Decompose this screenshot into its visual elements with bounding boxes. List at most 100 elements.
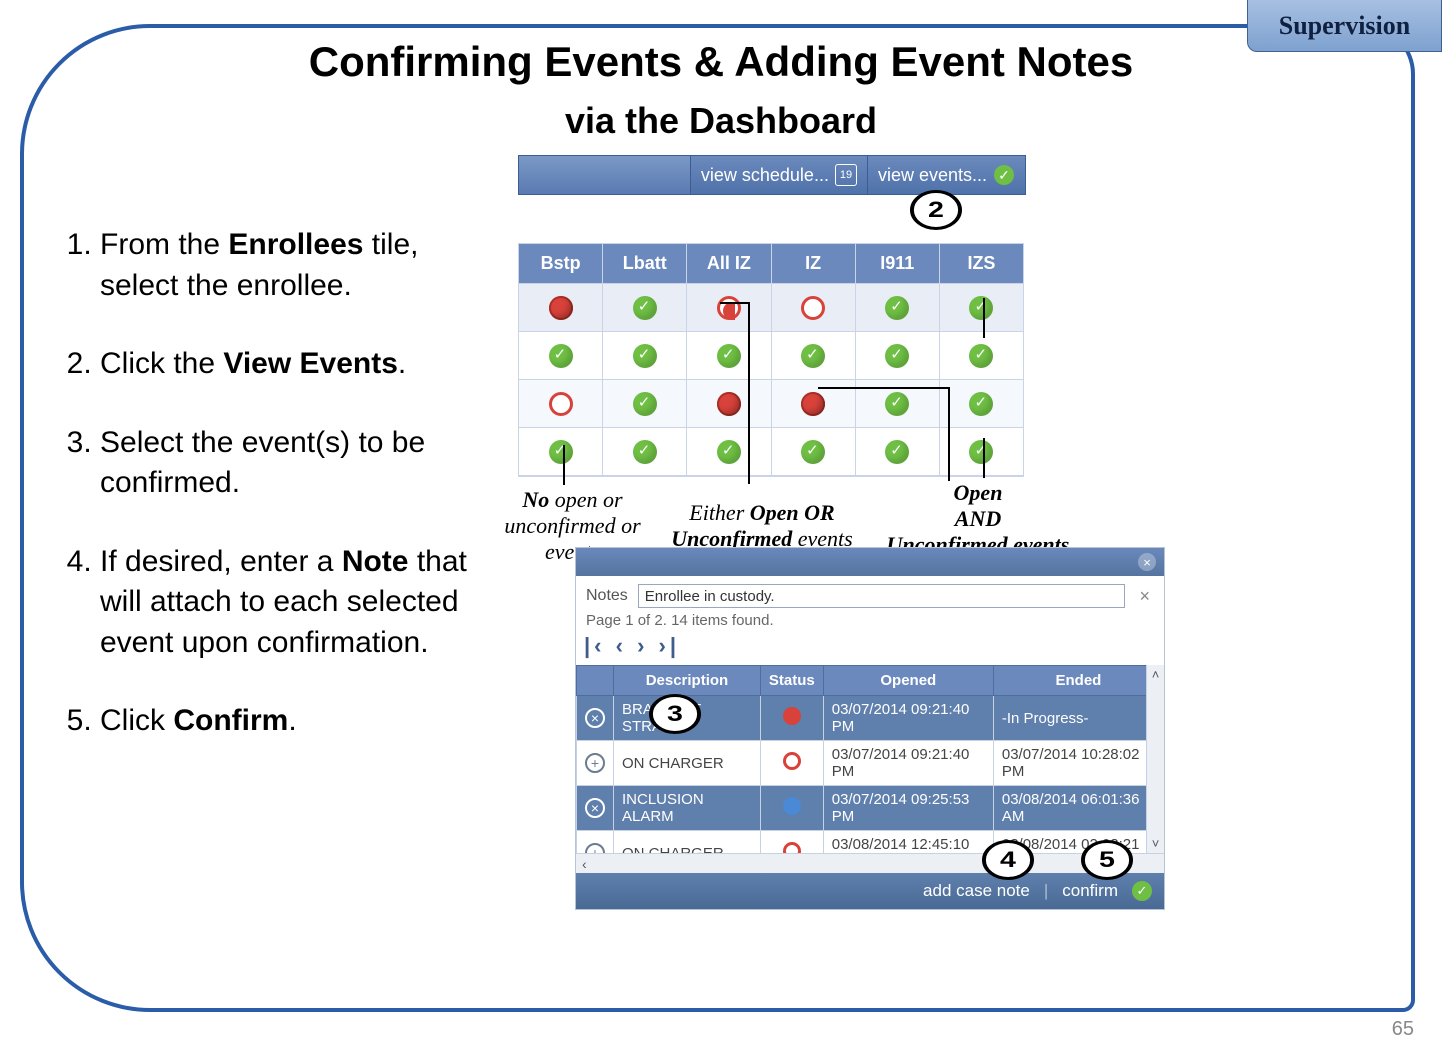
table-row[interactable]: ON CHARGER03/07/2014 09:21:40 PM03/07/20… <box>577 741 1164 786</box>
green-chk-icon <box>969 344 993 368</box>
clear-icon[interactable]: × <box>1135 586 1154 607</box>
pager-prev-icon[interactable]: ‹ <box>616 633 627 658</box>
scroll-down-icon[interactable]: ˅ <box>1150 834 1162 853</box>
green-chk-icon <box>633 296 657 320</box>
confirm-button[interactable]: confirm <box>1062 881 1118 901</box>
col-select <box>577 666 614 696</box>
grid-cell[interactable] <box>603 380 687 428</box>
grid-cell[interactable] <box>687 380 771 428</box>
pager-last-icon[interactable]: ›| <box>659 633 680 658</box>
select-icon[interactable] <box>585 753 605 773</box>
select-icon[interactable] <box>585 843 605 853</box>
events-pager: |‹ ‹ › ›| <box>576 633 1164 665</box>
green-chk-icon <box>633 440 657 464</box>
grid-cell[interactable] <box>940 428 1023 476</box>
vertical-scrollbar[interactable]: ˄ ˅ <box>1146 665 1164 853</box>
check-icon: ✓ <box>994 165 1014 185</box>
ring-red-icon <box>549 392 573 416</box>
ring-half-icon <box>717 296 741 320</box>
grid-cell[interactable] <box>772 284 856 332</box>
cell-status <box>760 786 823 831</box>
notes-input[interactable] <box>638 584 1126 608</box>
grid-cell[interactable] <box>603 284 687 332</box>
status-icon <box>783 752 801 770</box>
page-title: Confirming Events & Adding Event Notes <box>0 38 1442 86</box>
green-chk-icon <box>549 440 573 464</box>
red-fill-icon <box>717 392 741 416</box>
grid-cell[interactable] <box>772 332 856 380</box>
pager-next-icon[interactable]: › <box>637 633 648 658</box>
pager-first-icon[interactable]: |‹ <box>584 633 605 658</box>
grid-cell[interactable] <box>772 428 856 476</box>
view-schedule-button[interactable]: view schedule... 19 <box>690 156 867 194</box>
green-chk-icon <box>801 344 825 368</box>
cell-opened: 03/07/2014 09:21:40 PM <box>823 741 993 786</box>
connector-line <box>818 387 948 389</box>
callout-3: 3 <box>649 694 701 734</box>
events-topbar: × <box>576 548 1164 576</box>
deselect-icon[interactable] <box>585 798 605 818</box>
green-chk-icon <box>549 344 573 368</box>
deselect-icon[interactable] <box>585 708 605 728</box>
table-row[interactable]: INCLUSION ALARM 03/07/2014 09:25:53 PM03/… <box>577 786 1164 831</box>
page-number: 65 <box>1392 1018 1414 1041</box>
grid-cell[interactable] <box>687 332 771 380</box>
scroll-up-icon[interactable]: ˄ <box>1150 665 1162 684</box>
green-chk-icon <box>717 440 741 464</box>
grid-header: Lbatt <box>603 244 687 284</box>
cell-status <box>760 741 823 786</box>
grid-cell[interactable] <box>603 428 687 476</box>
view-events-button[interactable]: view events... ✓ <box>867 156 1025 194</box>
grid-cell[interactable] <box>519 284 603 332</box>
grid-cell[interactable] <box>940 284 1023 332</box>
cell-opened: 03/07/2014 09:25:53 PM <box>823 786 993 831</box>
instruction-item: Select the event(s) to be confirmed. <box>100 423 488 504</box>
grid-cell[interactable] <box>940 380 1023 428</box>
scroll-left-icon[interactable]: ‹ <box>582 856 587 872</box>
cell-status <box>760 831 823 854</box>
view-schedule-label: view schedule... <box>701 165 829 186</box>
cell-description: ON CHARGER <box>614 741 761 786</box>
horizontal-scrollbar[interactable]: ‹ <box>576 853 1164 873</box>
green-chk-icon <box>885 296 909 320</box>
cell-description: INCLUSION ALARM <box>614 786 761 831</box>
add-case-note-button[interactable]: add case note <box>923 881 1030 901</box>
grid-cell[interactable] <box>940 332 1023 380</box>
col-header[interactable]: Description <box>614 666 761 696</box>
grid-header: Bstp <box>519 244 603 284</box>
red-fill-icon <box>549 296 573 320</box>
grid-cell[interactable] <box>856 284 940 332</box>
cell-ended: 03/08/2014 06:01:36 AM <box>993 786 1163 831</box>
grid-cell[interactable] <box>856 332 940 380</box>
status-icon <box>783 707 801 725</box>
green-chk-icon <box>633 392 657 416</box>
connector-line <box>983 438 985 478</box>
close-icon[interactable]: × <box>1138 553 1156 571</box>
col-header[interactable]: Status <box>760 666 823 696</box>
grid-cell[interactable] <box>519 332 603 380</box>
table-row[interactable]: ON CHARGER03/08/2014 12:45:10 AM03/08/20… <box>577 831 1164 854</box>
events-footer: add case note | confirm ✓ <box>576 873 1164 909</box>
grid-cell[interactable] <box>687 428 771 476</box>
notes-label: Notes <box>586 587 628 605</box>
grid-cell[interactable] <box>856 428 940 476</box>
strip-spacer <box>519 156 690 194</box>
grid-cell[interactable] <box>603 332 687 380</box>
grid-header: IZS <box>940 244 1023 284</box>
cell-opened: 03/07/2014 09:21:40 PM <box>823 696 993 741</box>
grid-header: All IZ <box>687 244 771 284</box>
col-header[interactable]: Ended <box>993 666 1163 696</box>
green-chk-icon <box>969 296 993 320</box>
status-icon <box>783 842 801 853</box>
grid-cell[interactable] <box>519 380 603 428</box>
grid-cell[interactable] <box>519 428 603 476</box>
callout-5: 5 <box>1081 840 1133 880</box>
view-events-label: view events... <box>878 165 987 186</box>
col-header[interactable]: Opened <box>823 666 993 696</box>
grid-header: IZ <box>772 244 856 284</box>
events-table-scroll: DescriptionStatusOpenedEndedBRACELET STR… <box>576 665 1164 853</box>
red-fill-icon <box>801 392 825 416</box>
connector-line <box>748 302 750 484</box>
check-icon: ✓ <box>1132 881 1152 901</box>
grid-cell[interactable] <box>687 284 771 332</box>
